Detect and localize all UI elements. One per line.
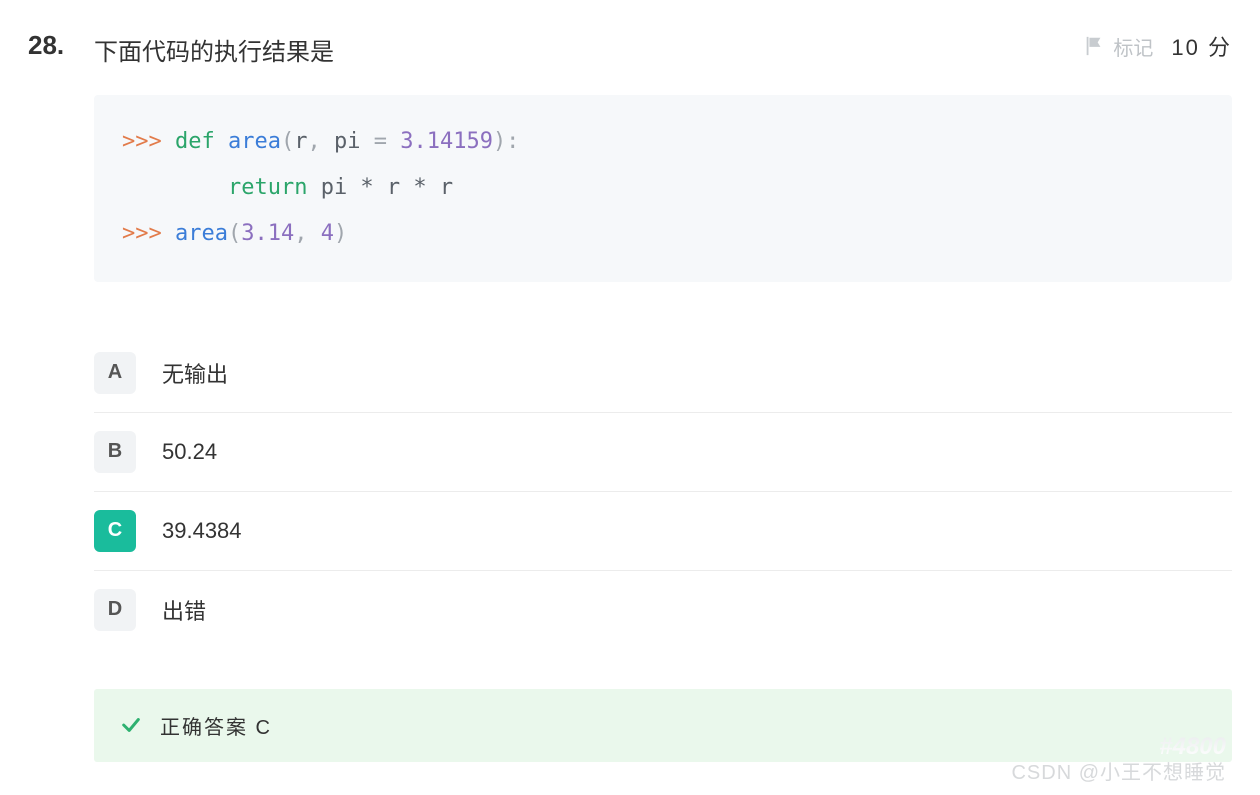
code-number: 4 <box>321 221 334 246</box>
choice-c[interactable]: C 39.4384 <box>94 492 1232 571</box>
choice-letter: C <box>94 510 136 552</box>
code-arg: r <box>294 129 307 154</box>
code-prompt: >>> <box>122 129 175 154</box>
code-paren: ) <box>334 221 347 246</box>
question-meta: 标记 10 分 <box>1083 30 1232 62</box>
check-icon <box>120 714 142 736</box>
choice-text: 50.24 <box>162 439 217 465</box>
code-paren: ( <box>228 221 241 246</box>
code-expr: pi * r * r <box>307 175 453 200</box>
code-keyword: def <box>175 129 215 154</box>
code-indent <box>122 175 228 200</box>
question-text: 下面代码的执行结果是 <box>94 30 1083 67</box>
choice-b[interactable]: B 50.24 <box>94 413 1232 492</box>
flag-icon <box>1083 35 1105 57</box>
code-paren: ( <box>281 129 294 154</box>
mark-label: 标记 <box>1113 32 1153 61</box>
code-number: 3.14 <box>241 221 294 246</box>
choice-letter: D <box>94 589 136 631</box>
question-points: 10 分 <box>1171 30 1232 62</box>
code-comma: , <box>307 129 334 154</box>
question-page: 28. 下面代码的执行结果是 标记 10 分 >>> def area(r, p… <box>0 0 1260 795</box>
question-body: >>> def area(r, pi = 3.14159): return pi… <box>94 95 1232 762</box>
choice-list: A 无输出 B 50.24 C 39.4384 D 出错 <box>94 334 1232 649</box>
choice-text: 无输出 <box>162 357 228 389</box>
code-keyword: return <box>228 175 307 200</box>
code-fn: area <box>175 221 228 246</box>
code-arg: pi <box>334 129 374 154</box>
choice-letter: A <box>94 352 136 394</box>
code-number: 3.14159 <box>400 129 493 154</box>
code-prompt: >>> <box>122 221 175 246</box>
code-paren: ): <box>493 129 520 154</box>
correct-answer-text: 正确答案 C <box>160 711 272 740</box>
code-comma: , <box>294 221 321 246</box>
correct-answer-box: 正确答案 C <box>94 689 1232 762</box>
question-number: 28. <box>28 30 94 61</box>
mark-button[interactable]: 标记 <box>1083 32 1153 61</box>
choice-text: 39.4384 <box>162 518 242 544</box>
choice-text: 出错 <box>162 594 206 626</box>
code-block: >>> def area(r, pi = 3.14159): return pi… <box>94 95 1232 282</box>
choice-a[interactable]: A 无输出 <box>94 334 1232 413</box>
code-eq: = <box>374 129 401 154</box>
question-header: 28. 下面代码的执行结果是 标记 10 分 <box>28 30 1232 67</box>
choice-d[interactable]: D 出错 <box>94 571 1232 649</box>
code-fn: area <box>228 129 281 154</box>
choice-letter: B <box>94 431 136 473</box>
